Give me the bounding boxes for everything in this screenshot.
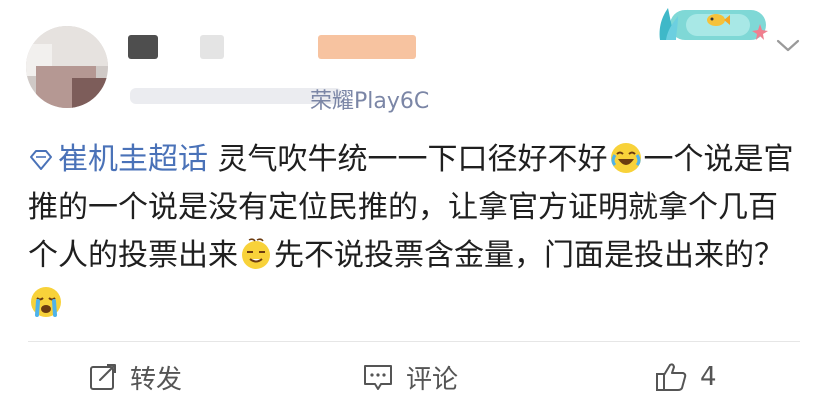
divider — [28, 341, 800, 342]
post-text-part-3: 先不说投票含金量，门面是投出来的？ — [274, 238, 784, 273]
avatar[interactable] — [26, 26, 108, 108]
comment-button[interactable]: 评论 — [362, 357, 458, 397]
repost-button[interactable]: 转发 — [88, 357, 182, 397]
username-blurred-part — [200, 35, 224, 59]
like-button[interactable]: 4 — [654, 357, 717, 397]
username-blurred[interactable] — [128, 35, 158, 59]
laugh-cry-emoji — [610, 143, 641, 173]
diamond-topic-icon — [30, 150, 52, 170]
like-count: 4 — [700, 362, 717, 392]
topic-label: 崔机圭超话 — [58, 142, 208, 177]
awkward-sweat-emoji — [242, 238, 270, 269]
chevron-down-icon[interactable] — [774, 36, 802, 56]
decoration-sticker-icon — [659, 8, 768, 40]
topic-link[interactable]: 崔机圭超话 — [28, 142, 208, 177]
comment-label: 评论 — [406, 364, 459, 395]
post-text-part-1: 灵气吹牛统一一下口径好不好 — [208, 142, 608, 177]
repost-icon — [90, 364, 116, 390]
weibo-post: 荣耀Play6C 崔机圭超话 灵气吹牛统一一下口径好不好 一个说是官推的一个说是没… — [0, 0, 813, 413]
post-content: 崔机圭超话 灵气吹牛统一一下口径好不好 一个说是官推的一个说是没有定位民推的，让拿… — [28, 136, 798, 328]
thumbs-up-icon — [656, 363, 687, 391]
comment-icon — [364, 365, 392, 390]
crying-emoji — [31, 287, 61, 317]
username-blurred-colored — [318, 35, 416, 59]
repost-label: 转发 — [130, 364, 183, 395]
post-source: 荣耀Play6C — [310, 89, 430, 114]
